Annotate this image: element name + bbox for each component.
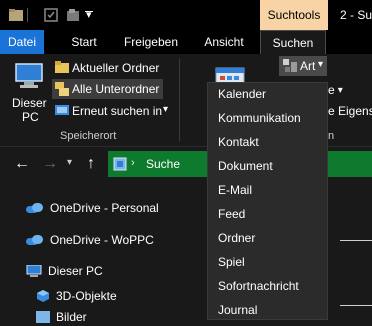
chevron-down-icon[interactable]: ▾ xyxy=(163,104,168,115)
pane-divider xyxy=(340,305,372,306)
up-arrow-icon[interactable]: ↑ xyxy=(87,155,95,173)
tree-item-onedrive-personal[interactable]: OneDrive - Personal xyxy=(26,201,159,215)
size-button-partial[interactable]: e ▾ xyxy=(328,83,343,97)
customize-toolbar-bar xyxy=(85,11,93,12)
tab-start[interactable]: Start xyxy=(62,30,106,54)
breadcrumb-chevron-icon[interactable]: › xyxy=(131,157,135,169)
tree-item-label: OneDrive - Personal xyxy=(50,201,159,215)
computer-icon xyxy=(26,264,42,277)
location-group-label: Speicherort xyxy=(60,130,117,142)
search-again-icon xyxy=(55,103,69,117)
tree-item-label: Dieser PC xyxy=(48,264,103,278)
kind-dropdown-icon[interactable]: ▾ xyxy=(318,59,323,70)
menu-item-contact[interactable]: Kontakt xyxy=(218,135,259,149)
recent-locations-icon[interactable]: ▾ xyxy=(67,157,72,168)
kind-button[interactable]: Art xyxy=(300,59,315,73)
this-pc-icon[interactable] xyxy=(14,60,46,92)
all-subfolders-button[interactable]: Alle Unterordner xyxy=(72,82,159,96)
subfolders-icon xyxy=(55,82,69,96)
menu-item-calendar[interactable]: Kalender xyxy=(218,87,266,101)
window-title: 2 - Su xyxy=(340,8,372,22)
menu-item-email[interactable]: E-Mail xyxy=(218,183,252,197)
menu-item-folder[interactable]: Ordner xyxy=(218,231,255,245)
tree-item-label: 3D-Objekte xyxy=(56,289,117,303)
tree-item-label: OneDrive - WoPPC xyxy=(50,233,154,247)
address-text[interactable]: Suche xyxy=(146,157,180,171)
pictures-icon xyxy=(36,311,50,323)
current-folder-icon xyxy=(55,61,69,74)
cloud-icon xyxy=(26,203,44,213)
cloud-icon xyxy=(26,235,44,245)
menu-item-instant-message[interactable]: Sofortnachricht xyxy=(218,279,299,293)
tab-search[interactable]: Suchen xyxy=(260,30,326,54)
ribbon-group-separator xyxy=(179,58,180,142)
size-dropdown-icon: ▾ xyxy=(337,84,343,96)
this-pc-label-2[interactable]: PC xyxy=(22,110,39,124)
new-folder-icon[interactable] xyxy=(65,7,81,23)
tab-share[interactable]: Freigeben xyxy=(117,30,185,54)
forward-arrow-icon[interactable]: → xyxy=(42,155,58,173)
tree-item-this-pc[interactable]: Dieser PC xyxy=(26,264,103,278)
tree-item-pictures[interactable]: Bilder xyxy=(36,310,87,324)
back-arrow-icon[interactable]: ← xyxy=(14,155,30,173)
cube-icon xyxy=(36,289,50,303)
search-results-icon xyxy=(113,157,127,171)
customize-toolbar-icon[interactable]: ▾ xyxy=(86,8,92,21)
refine-group-label-partial: n xyxy=(328,130,335,142)
current-folder-button[interactable]: Aktueller Ordner xyxy=(72,61,159,75)
pane-divider xyxy=(340,240,372,241)
this-pc-label-1[interactable]: Dieser xyxy=(12,96,47,110)
tab-view[interactable]: Ansicht xyxy=(195,30,253,54)
tree-item-label: Bilder xyxy=(56,310,87,324)
menu-item-feed[interactable]: Feed xyxy=(218,207,245,221)
size-label: e xyxy=(328,83,335,97)
menu-item-document[interactable]: Dokument xyxy=(218,159,273,173)
properties-icon[interactable] xyxy=(43,7,59,23)
folder-icon[interactable] xyxy=(8,7,24,23)
menu-item-game[interactable]: Spiel xyxy=(218,255,245,269)
kind-icon xyxy=(283,59,297,73)
menu-item-communication[interactable]: Kommunikation xyxy=(218,111,301,125)
toolbar-separator xyxy=(27,8,28,22)
tree-item-onedrive-woppc[interactable]: OneDrive - WoPPC xyxy=(26,233,154,247)
other-properties-button-partial[interactable]: e Eigens xyxy=(328,104,372,118)
search-again-in-button[interactable]: Erneut suchen in xyxy=(72,104,162,118)
tab-file[interactable]: Datei xyxy=(0,30,44,54)
search-tools-contextual-tab: Suchtools xyxy=(260,0,328,30)
tree-item-3d-objects[interactable]: 3D-Objekte xyxy=(36,289,117,303)
menu-item-journal[interactable]: Journal xyxy=(218,303,257,317)
